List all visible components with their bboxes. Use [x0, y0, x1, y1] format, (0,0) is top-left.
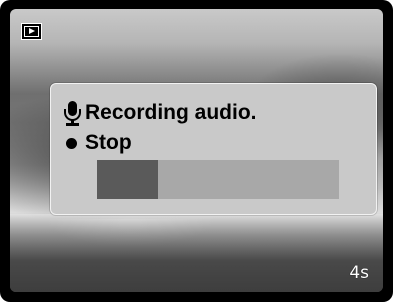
background-photo-ground — [10, 214, 383, 292]
stop-label: Stop — [85, 131, 132, 154]
lcd-screen: Recording audio. Stop 4s — [10, 9, 383, 292]
time-remaining: 4s — [349, 263, 369, 283]
stop-option[interactable]: Stop — [63, 129, 132, 157]
record-dot-icon — [66, 137, 77, 149]
recording-label: Recording audio. — [85, 101, 257, 124]
playback-mode-icon — [21, 23, 42, 40]
recording-dialog: Recording audio. Stop — [50, 83, 377, 215]
camera-lcd-frame: Recording audio. Stop 4s — [0, 0, 393, 302]
recording-progress-bar — [97, 160, 339, 199]
recording-row: Recording audio. — [63, 99, 257, 127]
recording-progress-fill — [97, 160, 158, 199]
microphone-icon — [63, 100, 83, 126]
